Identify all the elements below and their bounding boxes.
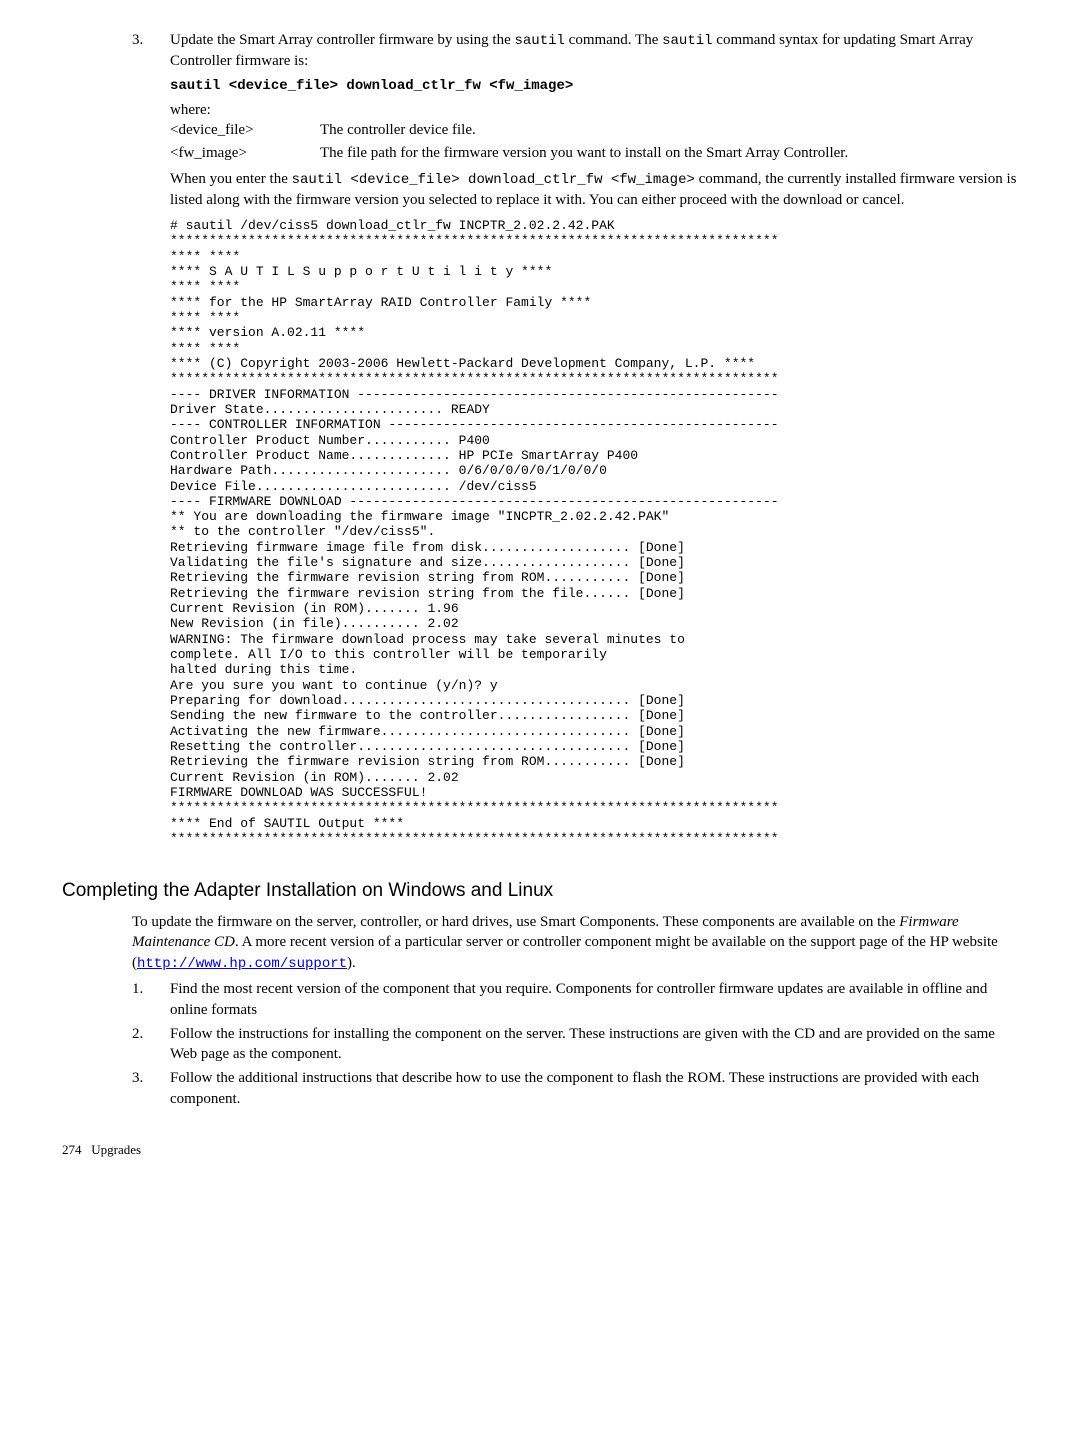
param-desc: The file path for the firmware version y… <box>320 143 1018 163</box>
step-3-body: Update the Smart Array controller firmwa… <box>170 30 1018 860</box>
param-desc: The controller device file. <box>320 120 1018 140</box>
section2-step-2: 2. Follow the instructions for installin… <box>132 1024 1018 1065</box>
page-footer: 274 Upgrades <box>62 1141 1018 1159</box>
step-number: 1. <box>132 979 170 1020</box>
where-label: where: <box>170 100 1018 120</box>
param-name: <device_file> <box>170 120 320 140</box>
step-3: 3. Update the Smart Array controller fir… <box>132 30 1018 860</box>
step-text: Follow the instructions for installing t… <box>170 1024 1018 1065</box>
page-number: 274 <box>62 1142 82 1157</box>
param-fw-image: <fw_image> The file path for the firmwar… <box>170 143 1018 163</box>
sautil-output-block: # sautil /dev/ciss5 download_ctlr_fw INC… <box>170 218 1018 846</box>
step-text: Follow the additional instructions that … <box>170 1068 1018 1109</box>
param-name: <fw_image> <box>170 143 320 163</box>
section-heading-completing-adapter: Completing the Adapter Installation on W… <box>62 878 1018 904</box>
chapter-title: Upgrades <box>91 1142 141 1157</box>
section2-step-1: 1. Find the most recent version of the c… <box>132 979 1018 1020</box>
step-3-number: 3. <box>132 30 170 860</box>
param-device-file: <device_file> The controller device file… <box>170 120 1018 140</box>
hp-support-link[interactable]: http://www.hp.com/support <box>137 956 347 972</box>
section2-step-3: 3. Follow the additional instructions th… <box>132 1068 1018 1109</box>
step-number: 3. <box>132 1068 170 1109</box>
step-text: Find the most recent version of the comp… <box>170 979 1018 1020</box>
when-paragraph: When you enter the sautil <device_file> … <box>170 169 1018 210</box>
step-number: 2. <box>132 1024 170 1065</box>
step-3-text: Update the Smart Array controller firmwa… <box>170 32 973 69</box>
section2-intro: To update the firmware on the server, co… <box>132 912 1018 973</box>
sautil-command-syntax: sautil <device_file> download_ctlr_fw <f… <box>170 77 1018 96</box>
